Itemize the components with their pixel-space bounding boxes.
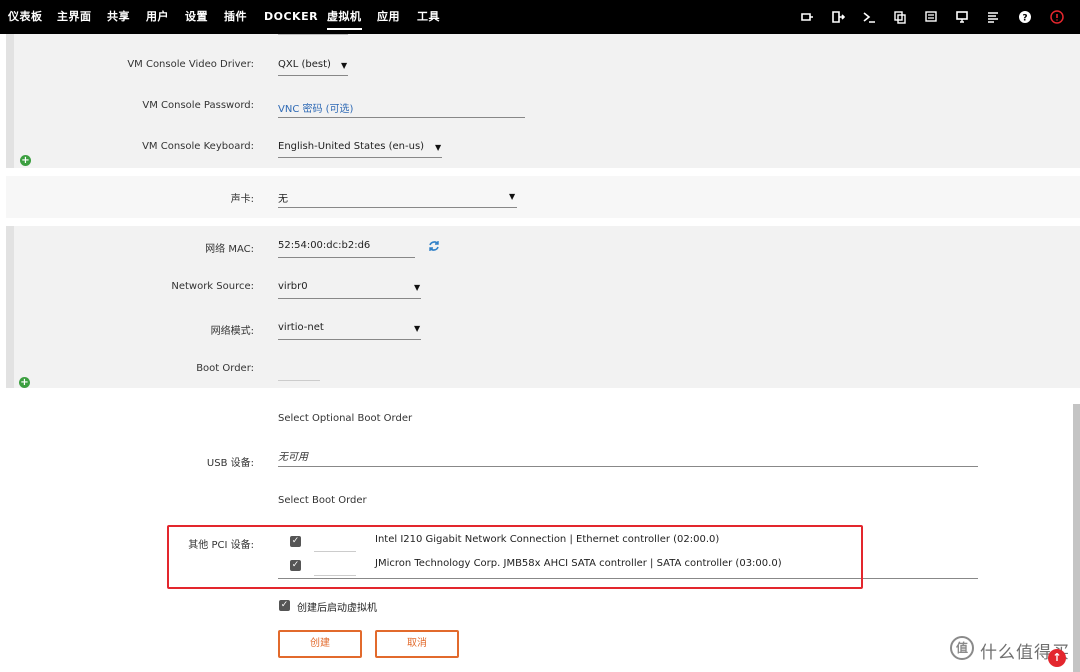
- network-mac-input[interactable]: 52:54:00:dc:b2:d6: [278, 240, 370, 251]
- usb-devices-value: 无可用: [278, 452, 308, 463]
- nav-shares[interactable]: 共享: [107, 0, 130, 34]
- nav-docker[interactable]: DOCKER: [264, 0, 318, 34]
- network-mac-underline: [278, 257, 415, 258]
- network-source-label: Network Source:: [171, 281, 254, 292]
- network-boot-order-label: Boot Order:: [196, 363, 254, 374]
- nav-plugins[interactable]: 插件: [224, 0, 247, 34]
- sound-card-label: 声卡:: [230, 194, 254, 205]
- sound-card-underline: [278, 207, 517, 208]
- network-model-underline: [278, 339, 421, 340]
- video-driver-underline: [278, 75, 348, 76]
- video-driver-select[interactable]: QXL (best): [278, 59, 331, 70]
- network-mac-label: 网络 MAC:: [205, 244, 254, 255]
- nav-vms[interactable]: 虚拟机: [327, 0, 362, 34]
- chevron-down-icon: ▼: [435, 143, 442, 152]
- chevron-down-icon: ▼: [341, 61, 348, 70]
- display-icon[interactable]: [955, 10, 969, 24]
- console-password-label: VM Console Password:: [142, 100, 254, 111]
- sound-card-select[interactable]: 无: [278, 190, 288, 205]
- network-panel-edge: [6, 226, 14, 388]
- top-nav-bar: 仪表板 主界面 共享 用户 设置 插件 DOCKER 虚拟机 应用 工具 ?: [0, 0, 1080, 34]
- console-keyboard-select[interactable]: English-United States (en-us): [278, 141, 424, 152]
- network-model-select[interactable]: virtio-net: [278, 322, 324, 333]
- console-password-input[interactable]: VNC 密码 (可选): [278, 100, 353, 115]
- page-scrollbar[interactable]: [1073, 404, 1080, 672]
- console-keyboard-label: VM Console Keyboard:: [142, 141, 254, 152]
- vm-console-panel-edge: [6, 34, 14, 168]
- pci-highlight-box: [167, 525, 863, 589]
- nav-apps[interactable]: 应用: [377, 0, 400, 34]
- console-password-underline: [278, 117, 525, 118]
- video-driver-label: VM Console Video Driver:: [127, 59, 254, 70]
- nav-dashboard[interactable]: 仪表板: [8, 0, 43, 34]
- sound-panel: [6, 176, 1080, 218]
- terminal-icon[interactable]: [862, 10, 876, 24]
- chevron-down-icon: ▼: [509, 192, 516, 201]
- usb-devices-underline: [278, 466, 978, 467]
- chevron-down-icon: ▼: [414, 324, 421, 333]
- refresh-mac-icon[interactable]: [428, 240, 442, 254]
- optional-boot-order-hint: Select Optional Boot Order: [278, 413, 413, 424]
- logout-icon[interactable]: [831, 10, 845, 24]
- help-icon[interactable]: ?: [1018, 10, 1032, 24]
- network-source-underline: [278, 298, 421, 299]
- usb-devices-label: USB 设备:: [206, 458, 254, 469]
- network-boot-order-input[interactable]: [278, 380, 320, 381]
- add-graphics-card-icon[interactable]: +: [20, 155, 31, 166]
- svg-text:?: ?: [1022, 14, 1027, 24]
- watermark-logo: 值: [950, 636, 974, 660]
- console-keyboard-underline: [278, 157, 442, 158]
- chevron-down-icon: ▼: [414, 283, 421, 292]
- previous-field-underline: [278, 34, 348, 35]
- scroll-to-top-icon[interactable]: ↑: [1048, 649, 1066, 667]
- log-icon[interactable]: [986, 10, 1000, 24]
- autostart-label: 创建后启动虚拟机: [297, 603, 377, 614]
- notes-icon[interactable]: [924, 10, 938, 24]
- info-icon[interactable]: [1050, 10, 1064, 24]
- copy-icon[interactable]: [893, 10, 907, 24]
- autostart-checkbox[interactable]: ✓: [279, 600, 290, 611]
- network-source-select[interactable]: virbr0: [278, 281, 308, 292]
- feedback-icon[interactable]: [800, 10, 814, 24]
- nav-tools[interactable]: 工具: [417, 0, 440, 34]
- boot-order-hint: Select Boot Order: [278, 495, 367, 506]
- create-button[interactable]: 创建: [278, 630, 362, 658]
- add-network-icon[interactable]: +: [19, 377, 30, 388]
- network-panel: [6, 226, 1080, 388]
- cancel-button[interactable]: 取消: [375, 630, 459, 658]
- nav-main[interactable]: 主界面: [57, 0, 92, 34]
- network-model-label: 网络模式:: [210, 326, 254, 337]
- nav-settings[interactable]: 设置: [185, 0, 208, 34]
- nav-users[interactable]: 用户: [146, 0, 169, 34]
